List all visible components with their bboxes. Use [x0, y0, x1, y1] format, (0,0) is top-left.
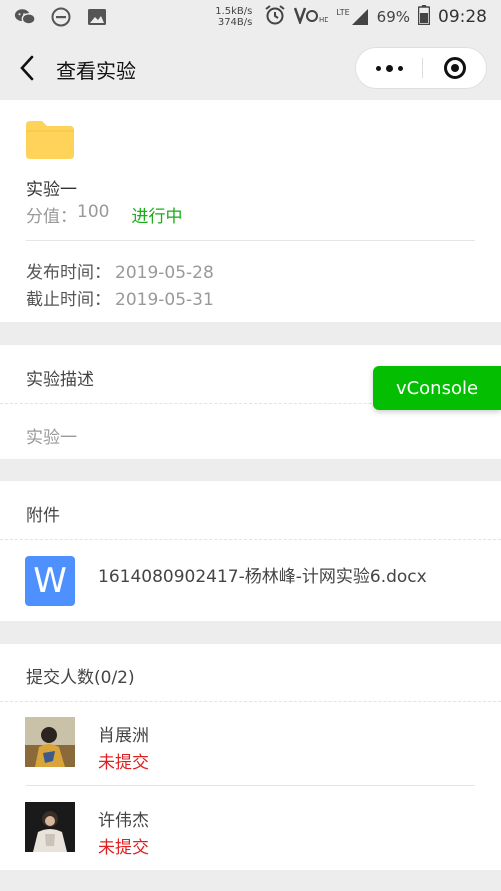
member-name: 许伟杰	[98, 811, 149, 831]
description-text: 实验一	[26, 428, 77, 448]
status-bar: 1.5kB/s 374B/s HD LTE 69% 09:28	[0, 0, 501, 36]
experiment-name: 实验一	[26, 180, 77, 200]
battery-icon	[417, 5, 431, 29]
mini-program-capsule	[355, 47, 487, 89]
nav-bar: 查看实验	[0, 36, 501, 100]
experiment-info-card: 实验一 分值： 100 进行中 发布时间： 2019-05-28 截止时间： 201…	[0, 100, 501, 322]
attachments-title: 附件	[26, 506, 60, 526]
target-icon	[444, 57, 466, 79]
network-type-label: LTE	[336, 8, 350, 17]
divider	[0, 701, 501, 702]
status-right: 1.5kB/s 374B/s HD LTE 69% 09:28	[215, 4, 487, 30]
score-row: 分值： 100 进行中	[26, 202, 182, 227]
divider	[0, 539, 501, 540]
back-button[interactable]	[14, 54, 42, 82]
clock: 09:28	[438, 7, 487, 27]
divider	[26, 240, 475, 241]
publish-time-label: 发布时间：	[26, 263, 111, 283]
submissions-card: 提交人数(0/2) 肖展洲 未提交 许伟杰 未提交	[0, 644, 501, 870]
divider	[26, 785, 475, 786]
more-dot-icon	[385, 64, 393, 72]
dnd-icon	[50, 6, 72, 28]
wechat-icon	[14, 6, 36, 28]
svg-text:HD: HD	[319, 16, 328, 24]
vconsole-button[interactable]: vConsole	[373, 366, 501, 410]
close-mini-program-button[interactable]	[423, 48, 487, 88]
chevron-left-icon	[20, 55, 34, 81]
signal-icon: LTE	[336, 8, 368, 26]
publish-time-row: 发布时间： 2019-05-28	[26, 258, 214, 283]
deadline-value: 2019-05-31	[115, 290, 214, 310]
word-doc-icon[interactable]: W	[25, 556, 75, 606]
more-dot-icon	[375, 65, 381, 71]
member-status: 未提交	[98, 753, 149, 773]
more-button[interactable]	[356, 48, 422, 88]
deadline-row: 截止时间： 2019-05-31	[26, 285, 214, 310]
avatar	[25, 717, 75, 767]
status-badge: 进行中	[131, 207, 183, 227]
score-value: 100	[77, 202, 110, 222]
description-title: 实验描述	[26, 370, 94, 390]
publish-time-value: 2019-05-28	[115, 263, 214, 283]
image-icon	[86, 6, 108, 28]
attachments-card: 附件 W 1614080902417-杨林峰-计网实验6.docx	[0, 481, 501, 621]
deadline-label: 截止时间：	[26, 290, 111, 310]
alarm-icon	[264, 4, 286, 30]
member-status: 未提交	[98, 838, 149, 858]
folder-icon	[26, 121, 74, 159]
status-left-icons	[14, 6, 108, 28]
net-speed: 1.5kB/s 374B/s	[215, 6, 252, 28]
submissions-title: 提交人数(0/2)	[26, 668, 135, 688]
member-name: 肖展洲	[98, 726, 149, 746]
net-up-speed: 1.5kB/s	[215, 6, 253, 17]
battery-percent: 69%	[376, 8, 410, 26]
volte-icon: HD	[294, 6, 330, 28]
more-dot-icon	[397, 65, 403, 71]
score-label: 分值：	[26, 207, 77, 227]
attachment-file-link[interactable]: 1614080902417-杨林峰-计网实验6.docx	[98, 562, 427, 587]
avatar	[25, 802, 75, 852]
page-title: 查看实验	[56, 59, 136, 83]
net-down-speed: 374B/s	[217, 17, 253, 28]
